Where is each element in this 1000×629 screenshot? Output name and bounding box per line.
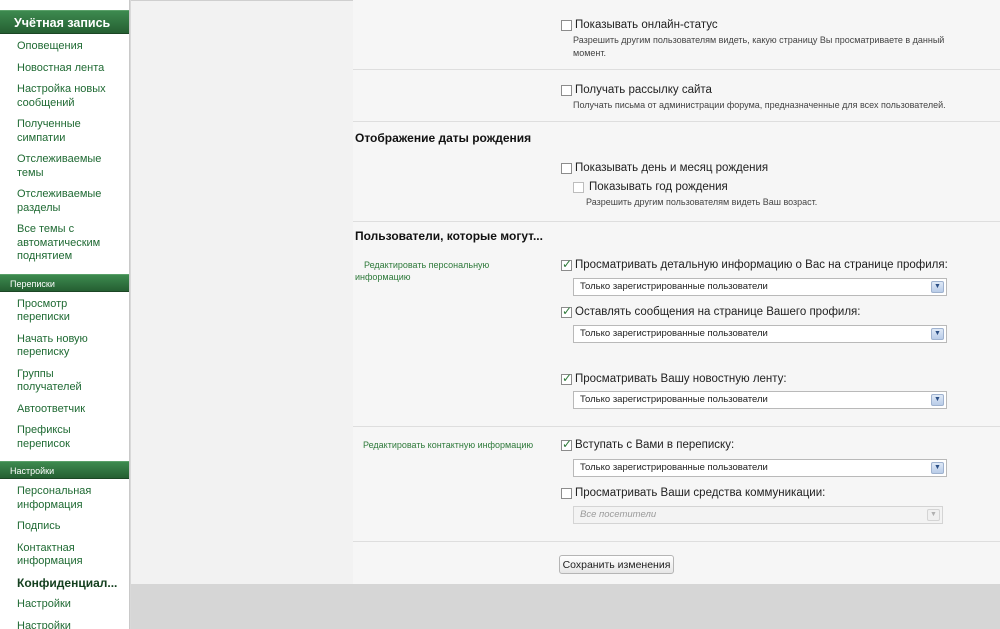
sidebar-item-likes-received[interactable]: Полученные симпатии	[0, 114, 129, 149]
divider	[353, 121, 1000, 122]
sidebar-header-account: Учётная запись	[0, 10, 129, 34]
show-dob-date-row: Показывать день и месяц рождения	[561, 162, 768, 174]
start-conversation-label[interactable]: Вступать с Вами в переписку:	[575, 439, 734, 451]
post-profile-row: Оставлять сообщения на странице Вашего п…	[561, 304, 860, 318]
show-dob-year-checkbox[interactable]	[573, 181, 584, 193]
mailing-hint: Получать письма от администрации форума,…	[573, 100, 946, 110]
birthday-section-title: Отображение даты рождения	[355, 131, 532, 145]
privacy-form: Показывать онлайн-статус Разрешить други…	[353, 0, 1000, 584]
sidebar-header-conversations: Переписки	[0, 273, 129, 292]
show-dob-year-label[interactable]: Показывать год рождения	[589, 181, 728, 193]
online-status-label[interactable]: Показывать онлайн-статус	[575, 19, 718, 31]
birthday-hint: Разрешить другим пользователям видеть Ва…	[586, 197, 818, 207]
sidebar-item-preferences[interactable]: Настройки	[0, 594, 129, 616]
view-profile-label[interactable]: Просматривать детальную информацию о Вас…	[575, 259, 948, 271]
save-changes-button[interactable]: Сохранить изменения	[559, 555, 674, 574]
start-conversation-row: Вступать с Вами в переписку:	[561, 437, 734, 451]
sidebar-item-auto-bump-threads[interactable]: Все темы с автоматическим поднятием	[0, 219, 129, 268]
start-conversation-select[interactable]: Только зарегистрированные пользователи ▼	[573, 459, 947, 477]
start-conversation-checkbox[interactable]	[561, 437, 572, 451]
chevron-down-icon: ▼	[931, 462, 944, 474]
view-news-row: Просматривать Вашу новостную ленту:	[561, 371, 787, 385]
divider	[353, 541, 1000, 542]
sidebar-item-new-message-settings[interactable]: Настройка новых сообщений	[0, 79, 129, 114]
sidebar: Учётная запись Оповещения Новостная лент…	[0, 0, 130, 629]
content-gutter	[131, 0, 353, 584]
sidebar-item-watched-forums[interactable]: Отслеживаемые разделы	[0, 184, 129, 219]
view-identities-label[interactable]: Просматривать Ваши средства коммуникации…	[575, 487, 825, 499]
view-profile-select[interactable]: Только зарегистрированные пользователи ▼	[573, 278, 947, 296]
view-news-checkbox[interactable]	[561, 371, 572, 385]
users-section-title: Пользователи, которые могут...	[355, 229, 543, 243]
post-profile-checkbox[interactable]	[561, 304, 572, 318]
group-label-contact: Редактировать контактную информацию	[363, 440, 534, 450]
sidebar-item-conversation-prefixes[interactable]: Префиксы переписок	[0, 420, 129, 455]
sidebar-item-contact-details[interactable]: Контактная информация	[0, 538, 129, 573]
sidebar-item-view-conversations[interactable]: Просмотр переписки	[0, 294, 129, 329]
mailing-checkbox[interactable]	[561, 84, 572, 96]
post-profile-label[interactable]: Оставлять сообщения на странице Вашего п…	[575, 306, 860, 318]
sidebar-item-alerts[interactable]: Оповещения	[0, 36, 129, 58]
sidebar-header-settings: Настройки	[0, 461, 129, 479]
chevron-down-icon: ▼	[927, 509, 940, 521]
sidebar-item-start-conversation[interactable]: Начать новую переписку	[0, 329, 129, 364]
view-identities-checkbox[interactable]	[561, 487, 572, 499]
sidebar-item-personal-details[interactable]: Персональная информация	[0, 481, 129, 516]
divider	[353, 69, 1000, 70]
online-status-hint: Разрешить другим пользователям видеть, к…	[573, 35, 945, 58]
sidebar-item-alert-preferences[interactable]: Настройки оповещений	[0, 616, 129, 629]
show-dob-year-row: Показывать год рождения	[573, 181, 728, 193]
view-news-label[interactable]: Просматривать Вашу новостную ленту:	[575, 373, 787, 385]
chevron-down-icon: ▼	[931, 281, 944, 293]
page-bottom-strip	[131, 584, 1000, 629]
divider	[353, 221, 1000, 222]
view-identities-select[interactable]: Все посетители ▼	[573, 506, 943, 524]
sidebar-item-watched-threads[interactable]: Отслеживаемые темы	[0, 149, 129, 184]
show-dob-date-checkbox[interactable]	[561, 162, 572, 174]
show-dob-date-label[interactable]: Показывать день и месяц рождения	[575, 162, 768, 174]
chevron-down-icon: ▼	[931, 394, 944, 406]
mailing-label[interactable]: Получать рассылку сайта	[575, 84, 712, 96]
view-identities-row: Просматривать Ваши средства коммуникации…	[561, 487, 825, 499]
sidebar-item-recipient-groups[interactable]: Группы получателей	[0, 364, 129, 399]
view-news-select[interactable]: Только зарегистрированные пользователи ▼	[573, 391, 947, 409]
chevron-down-icon: ▼	[931, 328, 944, 340]
online-status-checkbox[interactable]	[561, 19, 572, 31]
group-label-personal: Редактировать персональную информацию	[355, 260, 490, 282]
view-profile-row: Просматривать детальную информацию о Вас…	[561, 257, 948, 271]
sidebar-item-privacy[interactable]: Конфиденциал...	[0, 573, 129, 595]
online-status-row: Показывать онлайн-статус	[561, 19, 718, 31]
sidebar-item-auto-responder[interactable]: Автоответчик	[0, 399, 129, 421]
sidebar-item-news-feed[interactable]: Новостная лента	[0, 58, 129, 80]
post-profile-select[interactable]: Только зарегистрированные пользователи ▼	[573, 325, 947, 343]
view-profile-checkbox[interactable]	[561, 257, 572, 271]
sidebar-item-signature[interactable]: Подпись	[0, 516, 129, 538]
mailing-row: Получать рассылку сайта	[561, 84, 712, 96]
divider	[353, 426, 1000, 427]
